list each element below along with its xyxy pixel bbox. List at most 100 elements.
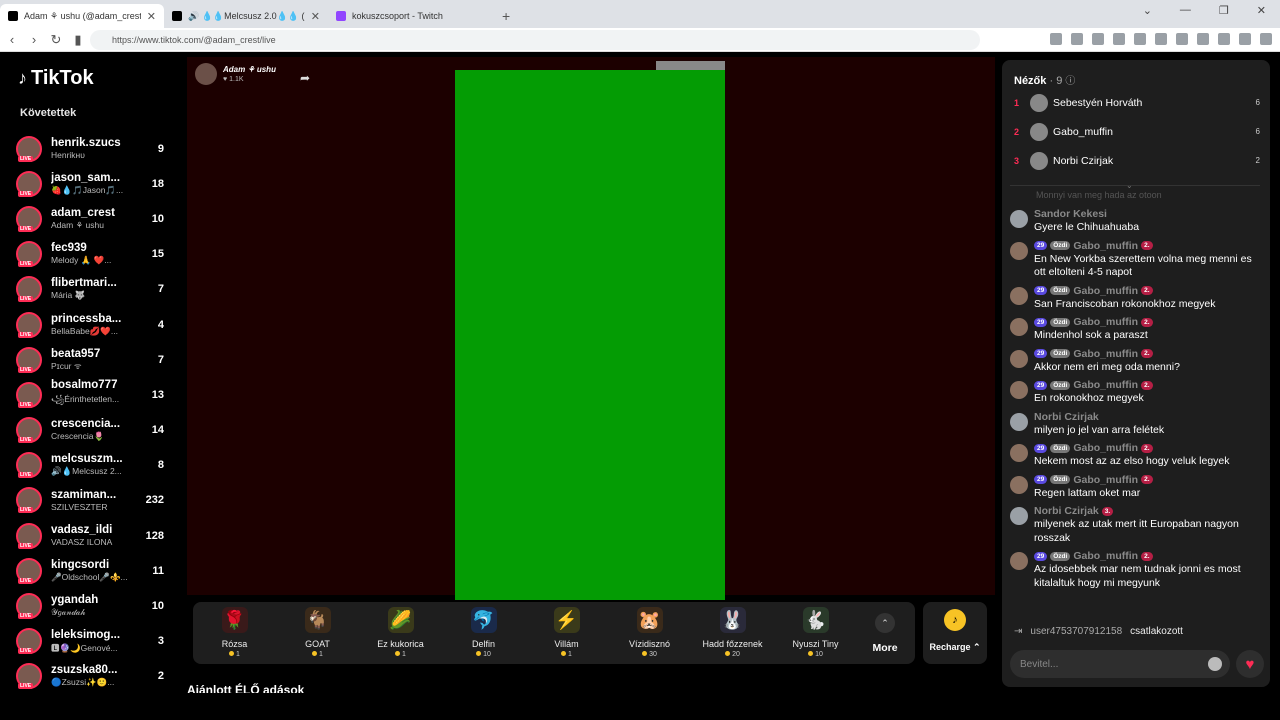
avatar[interactable]: LIVE xyxy=(16,276,42,303)
followed-item[interactable]: LIVE vadasz_ildi VADASZ ILONA 128 xyxy=(16,518,176,553)
followed-item[interactable]: LIVE adam_crest Adam ⚘ ushu 10 xyxy=(16,201,176,236)
tab-search-icon[interactable]: ⌄ xyxy=(1143,4,1152,17)
avatar[interactable]: LIVE xyxy=(16,557,42,584)
wallet-icon[interactable] xyxy=(1239,33,1251,45)
chat-input[interactable]: Bevitel... xyxy=(1010,650,1230,678)
followed-item[interactable]: LIVE szamiman... SZILVESZTER 232 xyxy=(16,483,176,518)
avatar[interactable] xyxy=(1010,444,1028,462)
message-username[interactable]: Gabo_muffin xyxy=(1073,442,1138,454)
avatar[interactable]: LIVE xyxy=(16,593,42,620)
live-video[interactable] xyxy=(455,70,725,600)
followed-item[interactable]: LIVE beata957 Pɪcur ᯤ 7 xyxy=(16,342,176,377)
address-bar[interactable]: https://www.tiktok.com/@adam_crest/live xyxy=(90,30,980,50)
followed-item[interactable]: LIVE melcsuszm... 🔊💧Melcsusz 2... 8 xyxy=(16,448,176,483)
live-stage[interactable]: Adam ⚘ ushu ♥ 1.1K ➦ xyxy=(187,57,995,600)
gift-item[interactable]: 🐰 Hadd főzzenek 20 xyxy=(691,602,774,664)
avatar[interactable]: LIVE xyxy=(16,170,42,197)
browser-tab-tiktok-melcsusz[interactable]: 🔊 💧💧Melcsusz 2.0💧💧 (@melcsu... ✕ xyxy=(164,4,328,28)
extension-icon[interactable] xyxy=(1071,33,1083,45)
close-window-icon[interactable]: ✕ xyxy=(1257,4,1266,17)
message-username[interactable]: Norbi Czirjak xyxy=(1034,411,1099,423)
avatar[interactable]: LIVE xyxy=(16,487,42,514)
message-username[interactable]: Norbi Czirjak xyxy=(1034,505,1099,517)
avatar[interactable] xyxy=(1010,507,1028,525)
host-avatar[interactable] xyxy=(195,63,217,85)
like-heart-button[interactable]: ♥ xyxy=(1236,650,1264,678)
close-tab-icon[interactable]: ✕ xyxy=(311,10,320,23)
avatar[interactable] xyxy=(1010,381,1028,399)
avatar[interactable]: LIVE xyxy=(16,452,42,479)
message-username[interactable]: Gabo_muffin xyxy=(1073,348,1138,360)
avatar[interactable] xyxy=(1010,349,1028,368)
minimize-icon[interactable]: — xyxy=(1180,4,1191,17)
message-username[interactable]: Gabo_muffin xyxy=(1073,550,1138,562)
avatar[interactable]: LIVE xyxy=(16,628,42,655)
top-viewer[interactable]: 2 Gabo_muffin 6 xyxy=(1014,117,1260,146)
browser-tab-tiktok-adam[interactable]: Adam ⚘ ushu (@adam_crest) É... ✕ xyxy=(0,4,164,28)
top-viewer[interactable]: 1 Sebestyén Horváth 6 xyxy=(1014,88,1260,117)
gift-item[interactable]: 🌽 Ez kukorica 1 xyxy=(359,602,442,664)
chevron-down-icon[interactable]: ⌄ xyxy=(1126,181,1133,190)
avatar[interactable] xyxy=(1010,286,1028,305)
message-username[interactable]: Gabo_muffin xyxy=(1073,285,1138,297)
avatar[interactable]: LIVE xyxy=(16,241,42,268)
downloads-icon[interactable] xyxy=(1176,33,1188,45)
host-info[interactable]: Adam ⚘ ushu ♥ 1.1K xyxy=(195,63,276,85)
avatar[interactable]: LIVE xyxy=(16,205,42,232)
message-username[interactable]: Gabo_muffin xyxy=(1073,316,1138,328)
avatar[interactable]: LIVE xyxy=(16,135,42,162)
forward-icon[interactable]: › xyxy=(24,32,44,47)
avatar[interactable]: LIVE xyxy=(16,311,42,338)
followed-item[interactable]: LIVE jason_sam... 🍓💧🎵Jason🎵... 18 xyxy=(16,166,176,201)
followed-item[interactable]: LIVE zsuzska80... 🔵Zsuzsi✨🙂... 2 xyxy=(16,659,176,693)
followed-item[interactable]: LIVE leleksimog... 🅻🔮🌙Genové... 3 xyxy=(16,624,176,659)
media-icon[interactable] xyxy=(1197,33,1209,45)
extension-icon[interactable] xyxy=(1092,33,1104,45)
avatar[interactable]: LIVE xyxy=(16,522,42,549)
avatar[interactable] xyxy=(1010,552,1028,570)
sidebar-icon[interactable] xyxy=(1218,33,1230,45)
reload-icon[interactable]: ↻ xyxy=(46,32,66,48)
followed-item[interactable]: LIVE bosalmo777 ꧁Érinthetetlen... 13 xyxy=(16,377,176,412)
avatar[interactable]: LIVE xyxy=(16,663,42,690)
gift-item[interactable]: ⚡ Villám 1 xyxy=(525,602,608,664)
gift-item[interactable]: 🐐 GOAT 1 xyxy=(276,602,359,664)
extension-icon[interactable] xyxy=(1155,33,1167,45)
followed-item[interactable]: LIVE henrik.szucs Henrikнυ 9 xyxy=(16,131,176,166)
joined-user[interactable]: user4753707912158 xyxy=(1030,626,1122,637)
menu-icon[interactable] xyxy=(1260,33,1272,45)
avatar[interactable]: LIVE xyxy=(16,346,42,373)
close-tab-icon[interactable]: ✕ xyxy=(147,10,156,23)
avatar[interactable] xyxy=(1010,241,1028,260)
gift-item[interactable]: 🐬 Delfin 10 xyxy=(442,602,525,664)
followed-item[interactable]: LIVE ygandah 𝒴𝑔𝒶𝓃𝒹𝒶𝒽 10 xyxy=(16,588,176,623)
avatar[interactable] xyxy=(1010,318,1028,336)
followed-item[interactable]: LIVE kingcsordi 🎤Oldschool🎤⚜️... 11 xyxy=(16,553,176,588)
more-gifts-button[interactable]: ⌃ More xyxy=(857,602,913,664)
followed-item[interactable]: LIVE crescencia... Crescencia🌷 14 xyxy=(16,413,176,448)
followed-item[interactable]: LIVE princessba... BellaBabe💋❤️... 4 xyxy=(16,307,176,342)
browser-tab-twitch[interactable]: kokuszcsoport - Twitch xyxy=(328,4,492,28)
gift-item[interactable]: 🐹 Vízidisznó 30 xyxy=(608,602,691,664)
emoji-icon[interactable] xyxy=(1208,657,1222,671)
message-username[interactable]: Gabo_muffin xyxy=(1073,240,1138,252)
message-username[interactable]: Sandor Kekesi xyxy=(1034,208,1107,220)
recharge-button[interactable]: ♪ Recharge ⌃ xyxy=(923,602,987,664)
extension-icon[interactable] xyxy=(1050,33,1062,45)
followed-item[interactable]: LIVE fec939 Melody 🙏 ❤️... 15 xyxy=(16,237,176,272)
gift-item[interactable]: 🐇 Nyuszi Tiny 10 xyxy=(774,602,857,664)
avatar[interactable]: LIVE xyxy=(16,381,42,408)
bookmark-icon[interactable]: ▮ xyxy=(68,32,88,48)
followed-item[interactable]: LIVE flibertmari... Mária 🐺 7 xyxy=(16,272,176,307)
extension-icon[interactable] xyxy=(1113,33,1125,45)
extension-icon[interactable] xyxy=(1134,33,1146,45)
message-username[interactable]: Gabo_muffin xyxy=(1073,474,1138,486)
info-icon[interactable]: ⓘ xyxy=(1065,76,1075,87)
maximize-icon[interactable]: ❐ xyxy=(1219,4,1229,17)
avatar[interactable]: LIVE xyxy=(16,417,42,444)
message-username[interactable]: Gabo_muffin xyxy=(1073,379,1138,391)
avatar[interactable] xyxy=(1010,210,1028,228)
avatar[interactable] xyxy=(1010,412,1028,431)
gift-item[interactable]: 🌹 Rózsa 1 xyxy=(193,602,276,664)
new-tab-button[interactable]: + xyxy=(492,8,520,28)
